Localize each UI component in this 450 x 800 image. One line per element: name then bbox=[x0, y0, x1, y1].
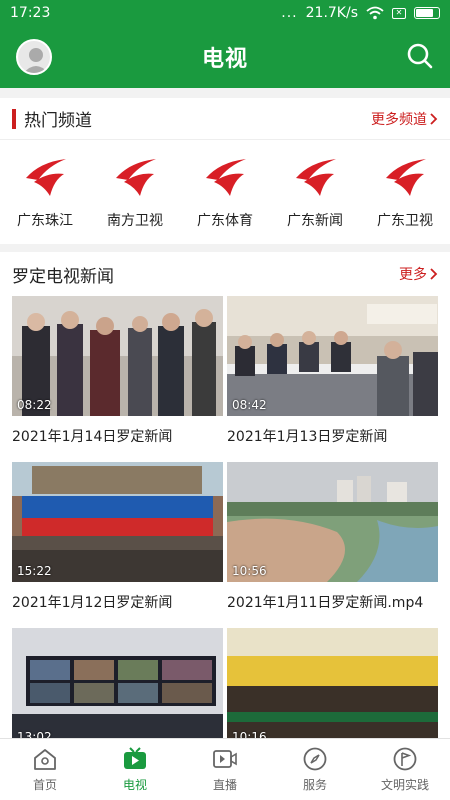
hot-channels-title: 热门频道 bbox=[24, 111, 92, 131]
flag-icon bbox=[393, 747, 417, 771]
channel-name: 广东珠江 bbox=[17, 213, 73, 229]
gdtv-logo-icon bbox=[206, 159, 246, 196]
control-room-photo bbox=[12, 628, 223, 742]
nav-label: 首页 bbox=[32, 778, 57, 792]
channel-name: 南方卫视 bbox=[107, 213, 163, 229]
chevron-right-icon bbox=[430, 112, 438, 125]
status-dots: ... bbox=[281, 5, 298, 21]
nav-home[interactable]: 首页 bbox=[0, 739, 90, 800]
video-thumbnail: 13:02 bbox=[12, 628, 223, 742]
video-card[interactable]: 15:22 2021年1月12日罗定新闻 bbox=[12, 462, 223, 628]
nav-label: 文明实践 bbox=[380, 778, 429, 792]
avatar[interactable] bbox=[16, 39, 52, 75]
chevron-right-icon bbox=[430, 268, 438, 280]
compass-icon bbox=[303, 747, 327, 771]
section-marker bbox=[12, 108, 16, 129]
nav-civilization[interactable]: 文明实践 bbox=[360, 739, 450, 800]
page-title: 电视 bbox=[201, 47, 248, 72]
bottom-nav: 首页 电视 直播 服务 文明实践 bbox=[0, 738, 450, 800]
header: 电视 bbox=[0, 26, 450, 88]
channel-item-satellite[interactable]: 广东卫视 bbox=[362, 156, 448, 230]
nav-tv[interactable]: 电视 bbox=[90, 739, 180, 800]
app-root: 17:23 ... 21.7K/s ✕ 电视 热门频道 更多频道 广东珠江 南方… bbox=[0, 0, 450, 800]
nav-label: 电视 bbox=[122, 778, 147, 792]
nav-label: 直播 bbox=[212, 778, 237, 792]
nav-service[interactable]: 服务 bbox=[270, 739, 360, 800]
more-news-link[interactable]: 更多 bbox=[399, 264, 438, 284]
search-icon[interactable] bbox=[406, 42, 434, 70]
video-title: 2021年1月13日罗定新闻 bbox=[227, 429, 388, 445]
nav-label: 服务 bbox=[302, 778, 327, 792]
wifi-icon bbox=[366, 6, 384, 20]
channel-item-sports[interactable]: 广东体育 bbox=[182, 156, 268, 230]
news-section: 罗定电视新闻 更多 08:22 2021年1月14日罗定新闻 08:42 202… bbox=[0, 252, 450, 742]
hot-channels-section: 热门频道 更多频道 广东珠江 南方卫视 广东体育 广东新闻 广东卫视 bbox=[0, 98, 450, 244]
nav-live[interactable]: 直播 bbox=[180, 739, 270, 800]
tv-icon bbox=[124, 747, 146, 769]
video-card[interactable]: 10:16 bbox=[227, 628, 438, 742]
channel-name: 广东体育 bbox=[197, 213, 253, 229]
gdtv-logo-icon bbox=[386, 159, 426, 196]
video-thumbnail: 10:16 bbox=[227, 628, 438, 742]
gdtv-logo-icon bbox=[26, 159, 66, 196]
video-card[interactable]: 10:56 2021年1月11日罗定新闻.mp4 bbox=[227, 462, 438, 628]
conference-photo bbox=[227, 628, 438, 742]
channel-item-zhujiang[interactable]: 广东珠江 bbox=[2, 156, 88, 230]
video-card[interactable]: 13:02 bbox=[12, 628, 223, 742]
video-card[interactable]: 08:22 2021年1月14日罗定新闻 bbox=[12, 296, 223, 462]
video-thumbnail: 15:22 bbox=[12, 462, 223, 582]
more-channels-link[interactable]: 更多频道 bbox=[371, 109, 438, 129]
avatar-icon bbox=[23, 48, 49, 73]
news-title: 罗定电视新闻 bbox=[12, 266, 114, 287]
status-time: 17:23 bbox=[10, 5, 51, 21]
video-title: 2021年1月14日罗定新闻 bbox=[12, 429, 173, 445]
video-thumbnail: 08:22 bbox=[12, 296, 223, 416]
channel-item-nanfang[interactable]: 南方卫视 bbox=[92, 156, 178, 230]
sim-icon: ✕ bbox=[392, 7, 406, 19]
video-title: 2021年1月11日罗定新闻.mp4 bbox=[227, 595, 424, 611]
channel-name: 广东新闻 bbox=[287, 213, 343, 229]
video-card[interactable]: 08:42 2021年1月13日罗定新闻 bbox=[227, 296, 438, 462]
video-thumbnail: 10:56 bbox=[227, 462, 438, 582]
status-bar: 17:23 ... 21.7K/s ✕ bbox=[0, 0, 450, 26]
video-duration: 08:22 bbox=[17, 398, 52, 412]
network-speed: 21.7K/s bbox=[305, 5, 358, 21]
video-duration: 15:22 bbox=[17, 564, 52, 578]
channel-name: 广东卫视 bbox=[377, 213, 433, 229]
video-title: 2021年1月12日罗定新闻 bbox=[12, 595, 173, 611]
top-bar: 17:23 ... 21.7K/s ✕ 电视 bbox=[0, 0, 450, 88]
video-duration: 10:56 bbox=[232, 564, 267, 578]
video-thumbnail: 08:42 bbox=[227, 296, 438, 416]
channel-item-news[interactable]: 广东新闻 bbox=[272, 156, 358, 230]
battery-icon bbox=[414, 7, 440, 19]
video-duration: 08:42 bbox=[232, 398, 267, 412]
status-right: ... 21.7K/s ✕ bbox=[281, 5, 440, 21]
channel-list: 广东珠江 南方卫视 广东体育 广东新闻 广东卫视 bbox=[0, 140, 450, 230]
hot-channels-header: 热门频道 更多频道 bbox=[0, 98, 450, 140]
news-grid: 08:22 2021年1月14日罗定新闻 08:42 2021年1月13日罗定新… bbox=[0, 296, 450, 742]
news-header: 罗定电视新闻 更多 bbox=[0, 252, 450, 296]
gdtv-logo-icon bbox=[296, 159, 336, 196]
gdtv-logo-icon bbox=[116, 159, 156, 196]
more-news-label: 更多 bbox=[399, 267, 427, 283]
video-icon bbox=[213, 750, 237, 768]
more-channels-label: 更多频道 bbox=[371, 111, 427, 128]
home-icon bbox=[34, 749, 56, 770]
